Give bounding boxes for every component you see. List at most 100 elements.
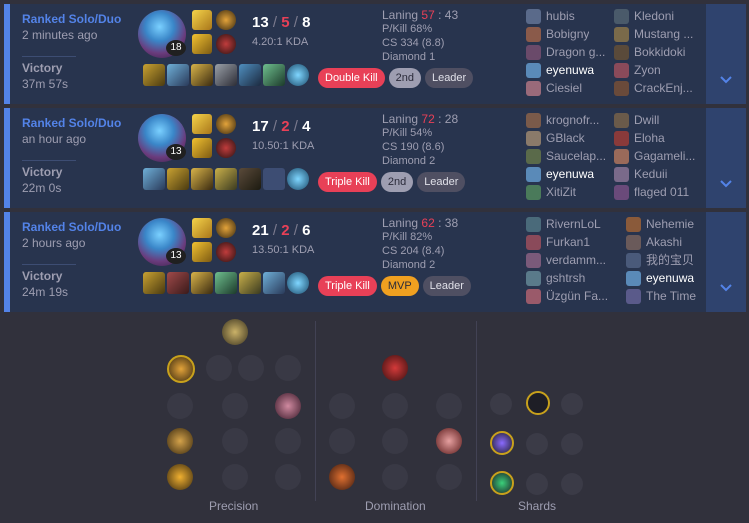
rune-icon[interactable] [436,464,462,490]
shard-icon[interactable] [561,433,583,455]
secondary-rune-icon[interactable] [216,242,236,262]
keystone-rune-icon[interactable] [216,114,236,134]
player-row[interactable]: GBlack [526,129,606,147]
player-row[interactable]: eyenuwa [526,165,606,183]
player-name[interactable]: Saucelap... [546,147,606,165]
player-row[interactable]: Nehemie [626,215,696,233]
item-icon[interactable] [191,168,213,190]
player-name[interactable]: RivernLoL [546,215,601,233]
player-row[interactable]: RivernLoL [526,215,608,233]
rune-icon[interactable] [222,428,248,454]
rune-icon[interactable] [382,464,408,490]
summoner-spell-icon[interactable] [192,10,212,30]
shard-icon[interactable] [526,433,548,455]
adaptive-force-shard-icon[interactable] [490,431,514,455]
item-icon[interactable] [143,64,165,86]
player-row[interactable]: Gagameli... [614,147,695,165]
player-row[interactable]: verdamm... [526,251,608,269]
player-row[interactable]: krognofr... [526,111,606,129]
legend-rune-icon[interactable] [167,428,193,454]
player-row[interactable]: Saucelap... [526,147,606,165]
player-name[interactable]: Furkan1 [546,233,590,251]
rune-icon[interactable] [329,393,355,419]
summoner-spell-icon[interactable] [192,114,212,134]
expand-button[interactable] [706,108,746,208]
player-name[interactable]: Eloha [634,129,665,147]
treasure-hunter-rune-icon[interactable] [329,464,355,490]
player-name[interactable]: gshtrsh [546,269,585,287]
item-icon[interactable] [143,272,165,294]
shard-icon[interactable] [561,473,583,495]
player-name[interactable]: Zyon [634,61,661,79]
item-icon[interactable] [167,272,189,294]
keystone-rune-icon[interactable] [216,10,236,30]
triumph-rune-icon[interactable] [275,393,301,419]
player-name[interactable]: GBlack [546,129,585,147]
player-row[interactable]: The Time [626,287,696,305]
summoner-spell-icon[interactable] [192,34,212,54]
player-row[interactable]: CrackEnj... [614,79,693,97]
conqueror-rune-icon[interactable] [167,355,195,383]
item-icon[interactable] [239,64,261,86]
player-name[interactable]: Nehemie [646,215,694,233]
keystone-rune-icon[interactable] [216,218,236,238]
item-icon[interactable] [215,64,237,86]
player-name[interactable]: eyenuwa [546,61,594,79]
shard-icon[interactable] [526,473,548,495]
trinket-icon[interactable] [287,272,309,294]
player-row[interactable]: Eloha [614,129,695,147]
rune-icon[interactable] [436,393,462,419]
attack-speed-shard-icon[interactable] [526,391,550,415]
health-shard-icon[interactable] [490,471,514,495]
item-icon[interactable] [263,64,285,86]
item-icon[interactable] [239,272,261,294]
trinket-icon[interactable] [287,168,309,190]
player-row[interactable]: Furkan1 [526,233,608,251]
player-name[interactable]: XitiZit [546,183,576,201]
item-icon[interactable] [263,272,285,294]
player-name[interactable]: Bokkidoki [634,43,685,61]
rune-icon[interactable] [222,393,248,419]
expand-button[interactable] [706,212,746,312]
item-icon[interactable] [215,168,237,190]
rune-icon[interactable] [238,355,264,381]
item-icon[interactable] [167,64,189,86]
player-row[interactable]: Bobigny [526,25,605,43]
rune-icon[interactable] [275,464,301,490]
player-name[interactable]: verdamm... [546,251,606,269]
trinket-icon[interactable] [287,64,309,86]
player-row[interactable]: Ciesiel [526,79,605,97]
player-row[interactable]: gshtrsh [526,269,608,287]
player-row[interactable]: hubis [526,7,605,25]
player-name[interactable]: eyenuwa [546,165,594,183]
player-row[interactable]: Keduii [614,165,695,183]
match-card[interactable]: Ranked Solo/Duo 2 minutes ago Victory 37… [4,4,746,104]
player-name[interactable]: eyenuwa [646,269,694,287]
rune-icon[interactable] [275,355,301,381]
rune-icon[interactable] [382,428,408,454]
player-name[interactable]: Ciesiel [546,79,582,97]
player-name[interactable]: 我的宝贝 [646,251,694,269]
player-row[interactable]: flaged 011 [614,183,695,201]
player-name[interactable]: krognofr... [546,111,599,129]
player-row[interactable]: eyenuwa [526,61,605,79]
player-row[interactable]: Mustang ... [614,25,693,43]
player-name[interactable]: Bobigny [546,25,589,43]
player-row[interactable]: Zyon [614,61,693,79]
summoner-spell-icon[interactable] [192,242,212,262]
player-name[interactable]: The Time [646,287,696,305]
item-icon[interactable] [191,272,213,294]
match-card[interactable]: Ranked Solo/Duo 2 hours ago Victory 24m … [4,212,746,312]
player-name[interactable]: Keduii [634,165,667,183]
rune-icon[interactable] [382,393,408,419]
item-icon[interactable] [239,168,261,190]
player-row[interactable]: Dwill [614,111,695,129]
secondary-rune-icon[interactable] [216,34,236,54]
player-row[interactable]: XitiZit [526,183,606,201]
player-row[interactable]: Bokkidoki [614,43,693,61]
eyeball-collection-rune-icon[interactable] [436,428,462,454]
player-name[interactable]: hubis [546,7,575,25]
player-name[interactable]: Dragon g... [546,43,605,61]
player-row[interactable]: Akashi [626,233,696,251]
player-row[interactable]: Üzgün Fa... [526,287,608,305]
